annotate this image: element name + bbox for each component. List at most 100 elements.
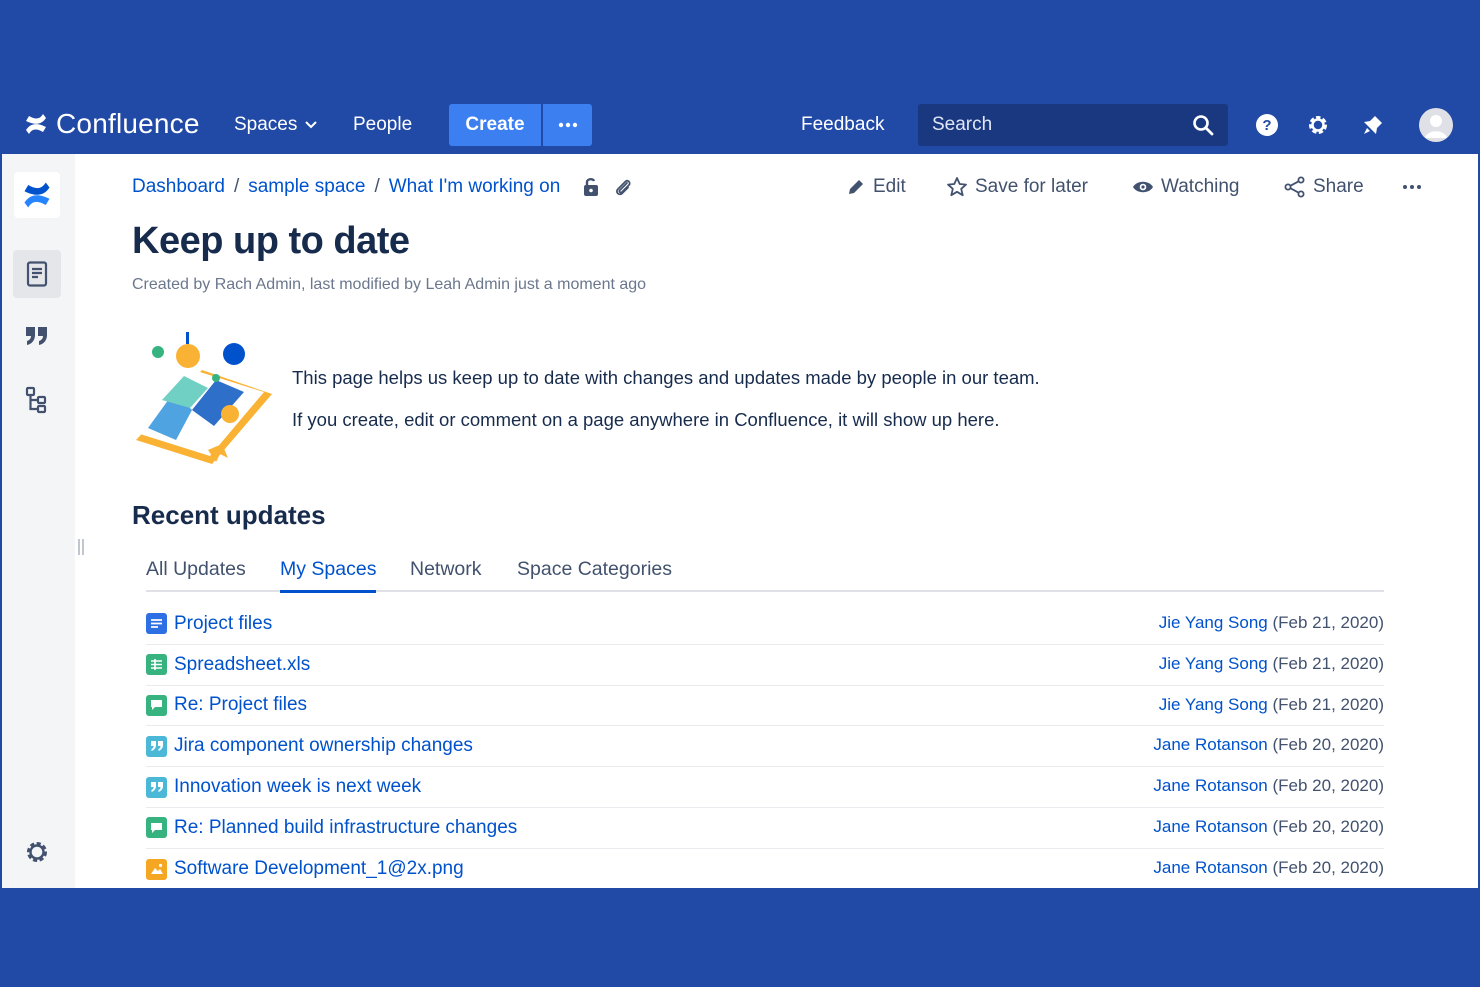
list-item-title[interactable]: Jira component ownership changes [174,735,473,757]
avatar[interactable] [1419,108,1453,142]
updates-list: Project files Jie Yang Song (Feb 21, 202… [146,604,1384,888]
list-item: Re: Planned build infrastructure changes… [146,808,1384,849]
pages-icon[interactable] [13,250,61,298]
settings-icon[interactable] [1305,112,1331,138]
search-box [918,104,1228,146]
save-for-later-label: Save for later [975,176,1088,197]
eye-icon [1133,181,1153,193]
intro-line-1: This page helps us keep up to date with … [292,367,1040,388]
list-item-title[interactable]: Spreadsheet.xls [174,654,310,676]
list-item-date: (Feb 21, 2020) [1272,613,1384,632]
list-item-date: (Feb 21, 2020) [1272,694,1384,714]
blog-quote-icon[interactable] [13,312,61,360]
page-actions: Edit Save for later Watching Share [846,176,1432,202]
list-item-title[interactable]: Innovation week is next week [174,776,421,798]
list-item-author[interactable]: Jane Rotanson [1153,858,1267,877]
nav-spaces[interactable]: Spaces [234,96,318,154]
intro-line-2: If you create, edit or comment on a page… [292,409,1000,430]
star-icon [947,177,967,197]
list-item-author[interactable]: Jie Yang Song [1159,695,1268,714]
space-logo[interactable] [14,172,60,218]
chevron-down-icon [305,121,318,129]
breadcrumb-dashboard[interactable]: Dashboard [132,176,225,198]
tab-my-spaces[interactable]: My Spaces [280,558,377,593]
breadcrumb-space[interactable]: sample space [248,176,365,198]
page-content: Dashboard / sample space / What I'm work… [132,154,1432,888]
edit-label: Edit [873,176,906,197]
breadcrumb-separator: / [374,176,380,197]
list-item: Software Development_1@2x.png Jane Rotan… [146,849,1384,888]
watching-label: Watching [1161,176,1240,197]
list-item-date: (Feb 20, 2020) [1272,816,1384,836]
nav-people[interactable]: People [353,96,412,154]
attachment-icon[interactable] [614,177,632,197]
spreadsheet-icon [146,654,167,676]
page-byline: Created by Rach Admin, last modified by … [132,276,647,293]
watching-button[interactable]: Watching [1132,176,1240,198]
unlock-icon[interactable] [582,177,600,197]
ellipsis-icon [1403,185,1421,189]
blog-icon [146,735,167,757]
list-item: Innovation week is next week Jane Rotans… [146,767,1384,808]
list-item-author[interactable]: Jane Rotanson [1153,735,1267,754]
page-icon [146,613,167,635]
list-item-date: (Feb 20, 2020) [1272,857,1384,877]
image-icon [146,858,167,880]
ellipsis-icon [558,122,577,128]
space-settings-icon[interactable] [24,839,50,870]
search-input[interactable] [932,114,1192,136]
more-actions-button[interactable] [1402,184,1422,190]
save-for-later-button[interactable]: Save for later [946,176,1088,198]
list-item-author[interactable]: Jie Yang Song [1159,613,1268,632]
comment-icon [146,817,167,839]
updates-tabs: All Updates My Spaces Network Space Cate… [146,558,1384,593]
list-item-title[interactable]: Re: Project files [174,694,307,716]
confluence-logo[interactable]: Confluence [24,108,200,140]
list-item-author[interactable]: Jane Rotanson [1153,817,1267,836]
tab-network[interactable]: Network [410,558,482,592]
list-item-date: (Feb 20, 2020) [1272,735,1384,755]
nav-spaces-label: Spaces [234,114,298,135]
intro-text: This page helps us keep up to date with … [292,357,1040,441]
top-navigation: Confluence Spaces People Create Feedback… [0,96,1480,154]
breadcrumb-page[interactable]: What I'm working on [389,176,561,198]
confluence-space-icon [24,182,50,208]
share-button[interactable]: Share [1284,176,1364,198]
book-illustration [136,332,272,464]
share-icon [1284,176,1305,198]
page-title: Keep up to date [132,220,410,262]
tab-space-categories[interactable]: Space Categories [517,558,672,592]
list-item-title[interactable]: Software Development_1@2x.png [174,858,464,880]
recent-updates-heading: Recent updates [132,500,326,530]
list-item: Re: Project files Jie Yang Song (Feb 21,… [146,686,1384,727]
list-item-author[interactable]: Jane Rotanson [1153,776,1267,795]
edit-button[interactable]: Edit [846,176,906,198]
list-item-author[interactable]: Jie Yang Song [1159,654,1268,673]
list-item-title[interactable]: Project files [174,613,272,635]
confluence-logo-icon [26,114,46,134]
feedback-link[interactable]: Feedback [801,96,884,154]
create-more-button[interactable] [543,104,592,146]
list-item-date: (Feb 20, 2020) [1272,776,1384,796]
blog-icon [146,776,167,798]
pencil-icon [849,180,863,194]
create-button[interactable]: Create [449,104,541,146]
list-item: Spreadsheet.xls Jie Yang Song (Feb 21, 2… [146,645,1384,686]
sidebar-resize-handle[interactable] [78,539,86,555]
help-icon[interactable]: ? [1254,112,1280,138]
list-item: Jira component ownership changes Jane Ro… [146,726,1384,768]
list-item-title[interactable]: Re: Planned build infrastructure changes [174,817,517,839]
tab-all-updates[interactable]: All Updates [146,558,246,592]
logo-text: Confluence [56,108,200,139]
breadcrumb-separator: / [233,176,240,197]
share-label: Share [1313,176,1364,197]
space-sidebar [2,154,75,888]
svg-text:?: ? [1262,117,1271,134]
list-item-date: (Feb 21, 2020) [1272,653,1384,673]
page-tree-icon[interactable] [13,376,61,424]
main-frame: Dashboard / sample space / What I'm work… [2,154,1478,888]
comment-icon [146,694,167,716]
notifications-icon[interactable] [1360,112,1386,138]
search-icon[interactable] [1192,114,1214,136]
list-item: Project files Jie Yang Song (Feb 21, 202… [146,604,1384,645]
